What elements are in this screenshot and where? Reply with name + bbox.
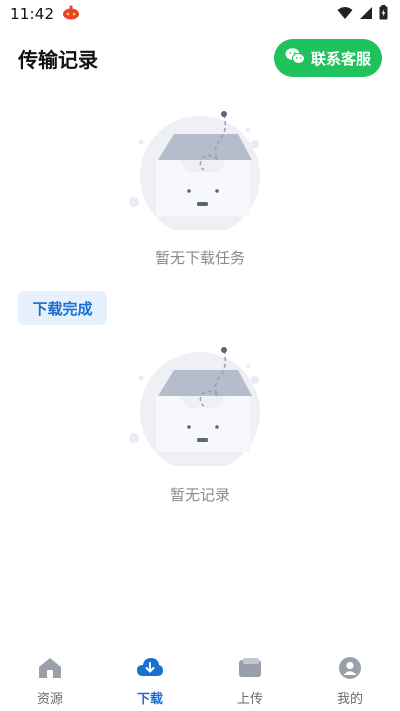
transfer-records-screen: 11:42 传输记录 联系客服 暂无下载任务 下载完成 暂无记录 资源 下载 上… <box>0 0 400 711</box>
nav-item-profile[interactable]: 我的 <box>300 648 400 711</box>
wifi-icon <box>337 5 353 24</box>
contact-support-button[interactable]: 联系客服 <box>274 39 382 77</box>
nav-label-downloads: 下载 <box>136 692 163 707</box>
status-left: 11:42 <box>10 4 80 24</box>
status-time: 11:42 <box>10 5 55 23</box>
page-title: 传输记录 <box>18 47 98 72</box>
status-right <box>337 4 388 24</box>
completed-section-chip[interactable]: 下载完成 <box>18 291 107 325</box>
home-icon <box>37 656 63 684</box>
cloud-download-icon <box>136 656 164 684</box>
battery-icon <box>379 4 388 24</box>
nav-item-downloads[interactable]: 下载 <box>100 648 200 711</box>
downloading-empty-text: 暂无下载任务 <box>154 249 245 267</box>
empty-inbox-illustration <box>128 110 268 236</box>
profile-icon <box>337 656 363 684</box>
folder-icon <box>237 656 263 684</box>
completed-empty-text: 暂无记录 <box>169 486 230 504</box>
nav-label-uploads: 上传 <box>236 692 263 707</box>
wechat-icon <box>285 47 305 69</box>
nav-item-uploads[interactable]: 上传 <box>200 648 300 711</box>
header: 传输记录 联系客服 <box>0 38 400 78</box>
status-bar: 11:42 <box>0 0 400 28</box>
nav-item-resources[interactable]: 资源 <box>0 648 100 711</box>
notification-app-icon <box>62 4 80 24</box>
bottom-nav: 资源 下载 上传 我的 <box>0 648 400 711</box>
empty-records-illustration <box>128 346 268 472</box>
nav-label-resources: 资源 <box>36 692 63 707</box>
contact-support-label: 联系客服 <box>310 49 371 68</box>
nav-label-profile: 我的 <box>336 692 363 707</box>
signal-icon <box>359 5 373 24</box>
